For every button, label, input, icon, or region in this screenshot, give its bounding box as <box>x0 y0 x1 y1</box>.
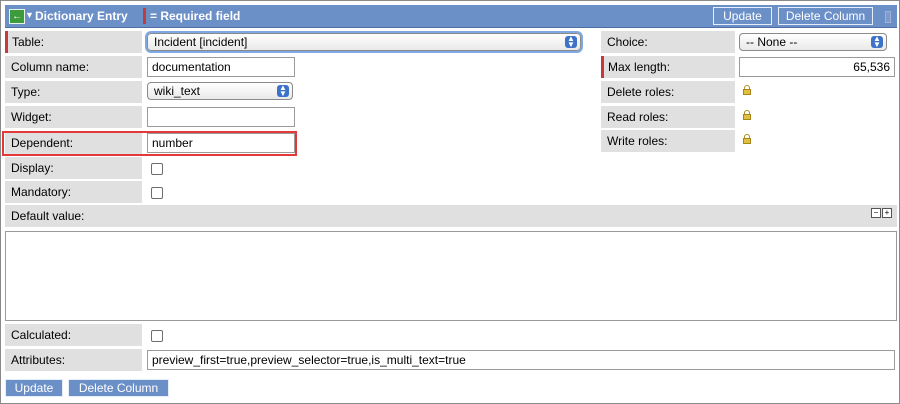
type-label: Type: <box>5 81 142 103</box>
header-delete-column-button[interactable]: Delete Column <box>778 7 873 25</box>
column-name-input[interactable]: documentation <box>147 57 295 77</box>
max-length-input[interactable]: 65,536 <box>739 57 895 77</box>
footer-delete-column-button[interactable]: Delete Column <box>68 379 169 397</box>
write-roles-label: Write roles: <box>601 130 735 152</box>
attributes-input[interactable]: preview_first=true,preview_selector=true… <box>147 350 895 370</box>
type-select[interactable]: wiki_text ▲ ▼ <box>147 82 293 100</box>
mandatory-label: Mandatory: <box>5 181 142 203</box>
dependent-highlight-box <box>2 131 297 156</box>
table-select[interactable]: Incident [incident] ▲ ▼ <box>147 33 581 51</box>
required-field-legend: = Required field <box>150 9 241 23</box>
choice-label: Choice: <box>601 31 735 53</box>
table-select-value: Incident [incident] <box>154 35 248 49</box>
widget-input[interactable] <box>147 107 295 127</box>
header-scroll-handle-icon[interactable] <box>885 11 891 23</box>
choice-select[interactable]: -- None -- ▲ ▼ <box>739 33 887 51</box>
back-arrow-icon[interactable]: ← <box>9 9 25 24</box>
type-select-value: wiki_text <box>154 84 201 98</box>
calculated-checkbox[interactable] <box>151 330 163 342</box>
default-value-textarea[interactable] <box>5 231 897 321</box>
write-roles-lock-icon[interactable] <box>743 134 751 145</box>
display-checkbox[interactable] <box>151 163 163 175</box>
max-length-label: Max length: <box>601 56 735 78</box>
required-marker-icon <box>143 8 146 24</box>
mandatory-checkbox[interactable] <box>151 187 163 199</box>
table-label: Table: <box>5 31 142 53</box>
form-header: ← ▼ Dictionary Entry = Required field Up… <box>5 5 897 28</box>
delete-roles-label: Delete roles: <box>601 81 735 103</box>
choice-select-value: -- None -- <box>746 35 798 49</box>
delete-roles-lock-icon[interactable] <box>743 85 751 96</box>
display-label: Display: <box>5 157 142 179</box>
column-name-label: Column name: <box>5 56 142 78</box>
calculated-label: Calculated: <box>5 324 142 346</box>
collapse-minus-icon[interactable]: − <box>871 208 881 218</box>
read-roles-lock-icon[interactable] <box>743 110 751 121</box>
expand-plus-icon[interactable]: + <box>882 208 892 218</box>
select-arrows-icon: ▲ ▼ <box>871 35 883 49</box>
attributes-label: Attributes: <box>5 349 142 371</box>
select-arrows-icon: ▲ ▼ <box>565 35 577 49</box>
header-update-button[interactable]: Update <box>713 7 772 25</box>
footer-update-button[interactable]: Update <box>5 379 63 397</box>
dictionary-entry-form: ← ▼ Dictionary Entry = Required field Up… <box>0 0 900 404</box>
default-value-label: Default value: <box>5 205 897 227</box>
read-roles-label: Read roles: <box>601 106 735 128</box>
widget-label: Widget: <box>5 106 142 128</box>
context-menu-caret-icon[interactable]: ▼ <box>25 9 34 22</box>
form-title: Dictionary Entry <box>35 9 128 23</box>
select-arrows-icon: ▲ ▼ <box>277 84 289 98</box>
